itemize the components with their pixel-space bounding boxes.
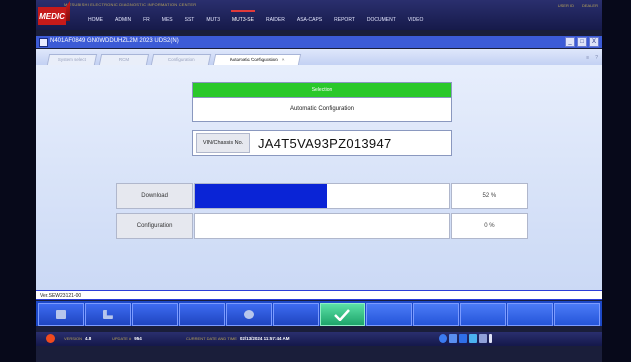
toolbar-button-db[interactable] bbox=[225, 303, 272, 326]
version-status: Ver.SEW23121-00 bbox=[36, 290, 602, 300]
toolbar-button-back[interactable] bbox=[84, 303, 131, 326]
window-buttons: _ □ X bbox=[565, 37, 599, 47]
toolbar-button-4[interactable] bbox=[178, 303, 225, 326]
top-bar: MITSUBISHI ELECTRONIC DIAGNOSTIC INFORMA… bbox=[36, 0, 602, 30]
tray-icon-6[interactable] bbox=[489, 334, 492, 343]
toolbar-button-8[interactable] bbox=[366, 303, 413, 326]
status-taskbar: VERSION 4.8 UPDATE #954 CURRENT DATE AND … bbox=[36, 332, 602, 346]
back-icon bbox=[102, 310, 113, 319]
tab-configuration[interactable]: Configuration bbox=[150, 54, 212, 65]
download-percent: 52 % bbox=[450, 183, 528, 209]
datetime-value: 02/13/2024 11:57:44 AM bbox=[239, 336, 290, 341]
nav-fr[interactable]: FR bbox=[137, 14, 156, 26]
nav-raider[interactable]: RAIDER bbox=[260, 14, 291, 26]
nav-video[interactable]: VIDEO bbox=[402, 14, 430, 26]
toolbar-button-12[interactable] bbox=[554, 303, 601, 326]
tab-close-icon[interactable]: × bbox=[281, 55, 286, 65]
download-label: Download bbox=[116, 183, 194, 209]
close-button[interactable]: X bbox=[589, 37, 599, 47]
window-icon bbox=[39, 38, 48, 47]
tab-automatic-configuration[interactable]: Automatic Configuration × bbox=[212, 54, 302, 65]
window-title-bar: N401AF0849 GN0WDDUHZL2M 2023 UDS2(N) _ □… bbox=[36, 36, 602, 48]
user-links: USER ID DEALER bbox=[558, 3, 598, 8]
vin-field: VIN/Chassis No. JA4T5VA93PZ013947 bbox=[192, 130, 452, 156]
configuration-label: Configuration bbox=[116, 213, 194, 239]
main-content: Selection Automatic Configuration VIN/Ch… bbox=[36, 65, 602, 290]
toolbar-button-9[interactable] bbox=[413, 303, 460, 326]
configuration-percent: 0 % bbox=[450, 213, 528, 239]
db-icon bbox=[243, 310, 254, 319]
tab-bar-tools: ≡ ? bbox=[586, 55, 598, 61]
configuration-progress-bar bbox=[194, 213, 450, 239]
tray-icon-5[interactable] bbox=[479, 334, 487, 343]
folder-icon bbox=[55, 310, 66, 319]
medic-logo: MEDIC bbox=[38, 7, 66, 25]
tray-icon-4[interactable] bbox=[469, 334, 477, 343]
toolbar-button-folder[interactable] bbox=[38, 303, 84, 326]
brand-strip: MITSUBISHI ELECTRONIC DIAGNOSTIC INFORMA… bbox=[64, 2, 197, 7]
tab-label: Configuration bbox=[167, 57, 195, 62]
minimize-button[interactable]: _ bbox=[565, 37, 575, 47]
nav-mes[interactable]: MES bbox=[156, 14, 179, 26]
tab-rcm[interactable]: RCM bbox=[98, 54, 150, 65]
tray-icon-2[interactable] bbox=[449, 334, 457, 343]
nav-document[interactable]: DOCUMENT bbox=[361, 14, 402, 26]
check-icon bbox=[334, 308, 351, 321]
datetime-info: CURRENT DATE AND TIME 02/13/2024 11:57:44… bbox=[186, 336, 290, 341]
version-value: 4.8 bbox=[85, 336, 92, 341]
power-icon[interactable] bbox=[46, 334, 55, 343]
datetime-label: CURRENT DATE AND TIME bbox=[186, 336, 237, 341]
update-value: 954 bbox=[134, 336, 142, 341]
nav-mut3-se[interactable]: MUT3-SE bbox=[226, 10, 260, 26]
nav-sst[interactable]: SST bbox=[179, 14, 201, 26]
toolbar-button-11[interactable] bbox=[507, 303, 554, 326]
nav-report[interactable]: REPORT bbox=[328, 14, 361, 26]
tab-label: Automatic Configuration bbox=[228, 57, 279, 62]
dealer-link[interactable]: DEALER bbox=[582, 3, 598, 8]
bottom-toolbar bbox=[36, 301, 602, 326]
toolbar-button-10[interactable] bbox=[460, 303, 507, 326]
system-tray bbox=[439, 334, 492, 343]
tray-icon-3[interactable] bbox=[459, 334, 467, 343]
help-icon[interactable]: ? bbox=[595, 55, 598, 61]
maximize-button[interactable]: □ bbox=[577, 37, 587, 47]
update-info: UPDATE #954 bbox=[112, 336, 142, 341]
nav-mut3[interactable]: MUT3 bbox=[200, 14, 226, 26]
tray-icon-1[interactable] bbox=[439, 334, 447, 343]
update-label: UPDATE # bbox=[112, 336, 132, 341]
window-title: N401AF0849 GN0WDDUHZL2M 2023 UDS2(N) bbox=[50, 38, 179, 44]
toolbar-button-6[interactable] bbox=[272, 303, 319, 326]
nav-asa-caps[interactable]: ASA-CAPS bbox=[291, 14, 328, 26]
tab-label: System select bbox=[57, 57, 86, 62]
download-row: Download 52 % bbox=[116, 183, 528, 209]
toolbar-button-3[interactable] bbox=[131, 303, 178, 326]
selection-header: Selection bbox=[193, 83, 451, 98]
vin-label: VIN/Chassis No. bbox=[196, 133, 250, 153]
confirm-button[interactable] bbox=[319, 303, 366, 326]
configuration-row: Configuration 0 % bbox=[116, 213, 528, 239]
user-id-link[interactable]: USER ID bbox=[558, 3, 574, 8]
tab-system-select[interactable]: System select bbox=[46, 54, 98, 65]
version-info: VERSION 4.8 bbox=[64, 336, 91, 341]
nav-home[interactable]: HOME bbox=[82, 14, 109, 26]
download-progress-fill bbox=[195, 184, 328, 208]
tab-label: RCM bbox=[118, 57, 130, 62]
main-nav: HOME ADMIN FR MES SST MUT3 MUT3-SE RAIDE… bbox=[82, 10, 430, 26]
selection-value: Automatic Configuration bbox=[289, 106, 355, 112]
menu-icon[interactable]: ≡ bbox=[586, 55, 589, 61]
app-frame: MITSUBISHI ELECTRONIC DIAGNOSTIC INFORMA… bbox=[36, 0, 602, 362]
selection-box: Selection Automatic Configuration bbox=[192, 82, 452, 122]
tab-bar: System select RCM Configuration Automati… bbox=[36, 49, 602, 65]
nav-admin[interactable]: ADMIN bbox=[109, 14, 137, 26]
vin-value: JA4T5VA93PZ013947 bbox=[258, 135, 392, 151]
version-label: VERSION bbox=[64, 336, 83, 341]
download-progress-bar bbox=[194, 183, 450, 209]
